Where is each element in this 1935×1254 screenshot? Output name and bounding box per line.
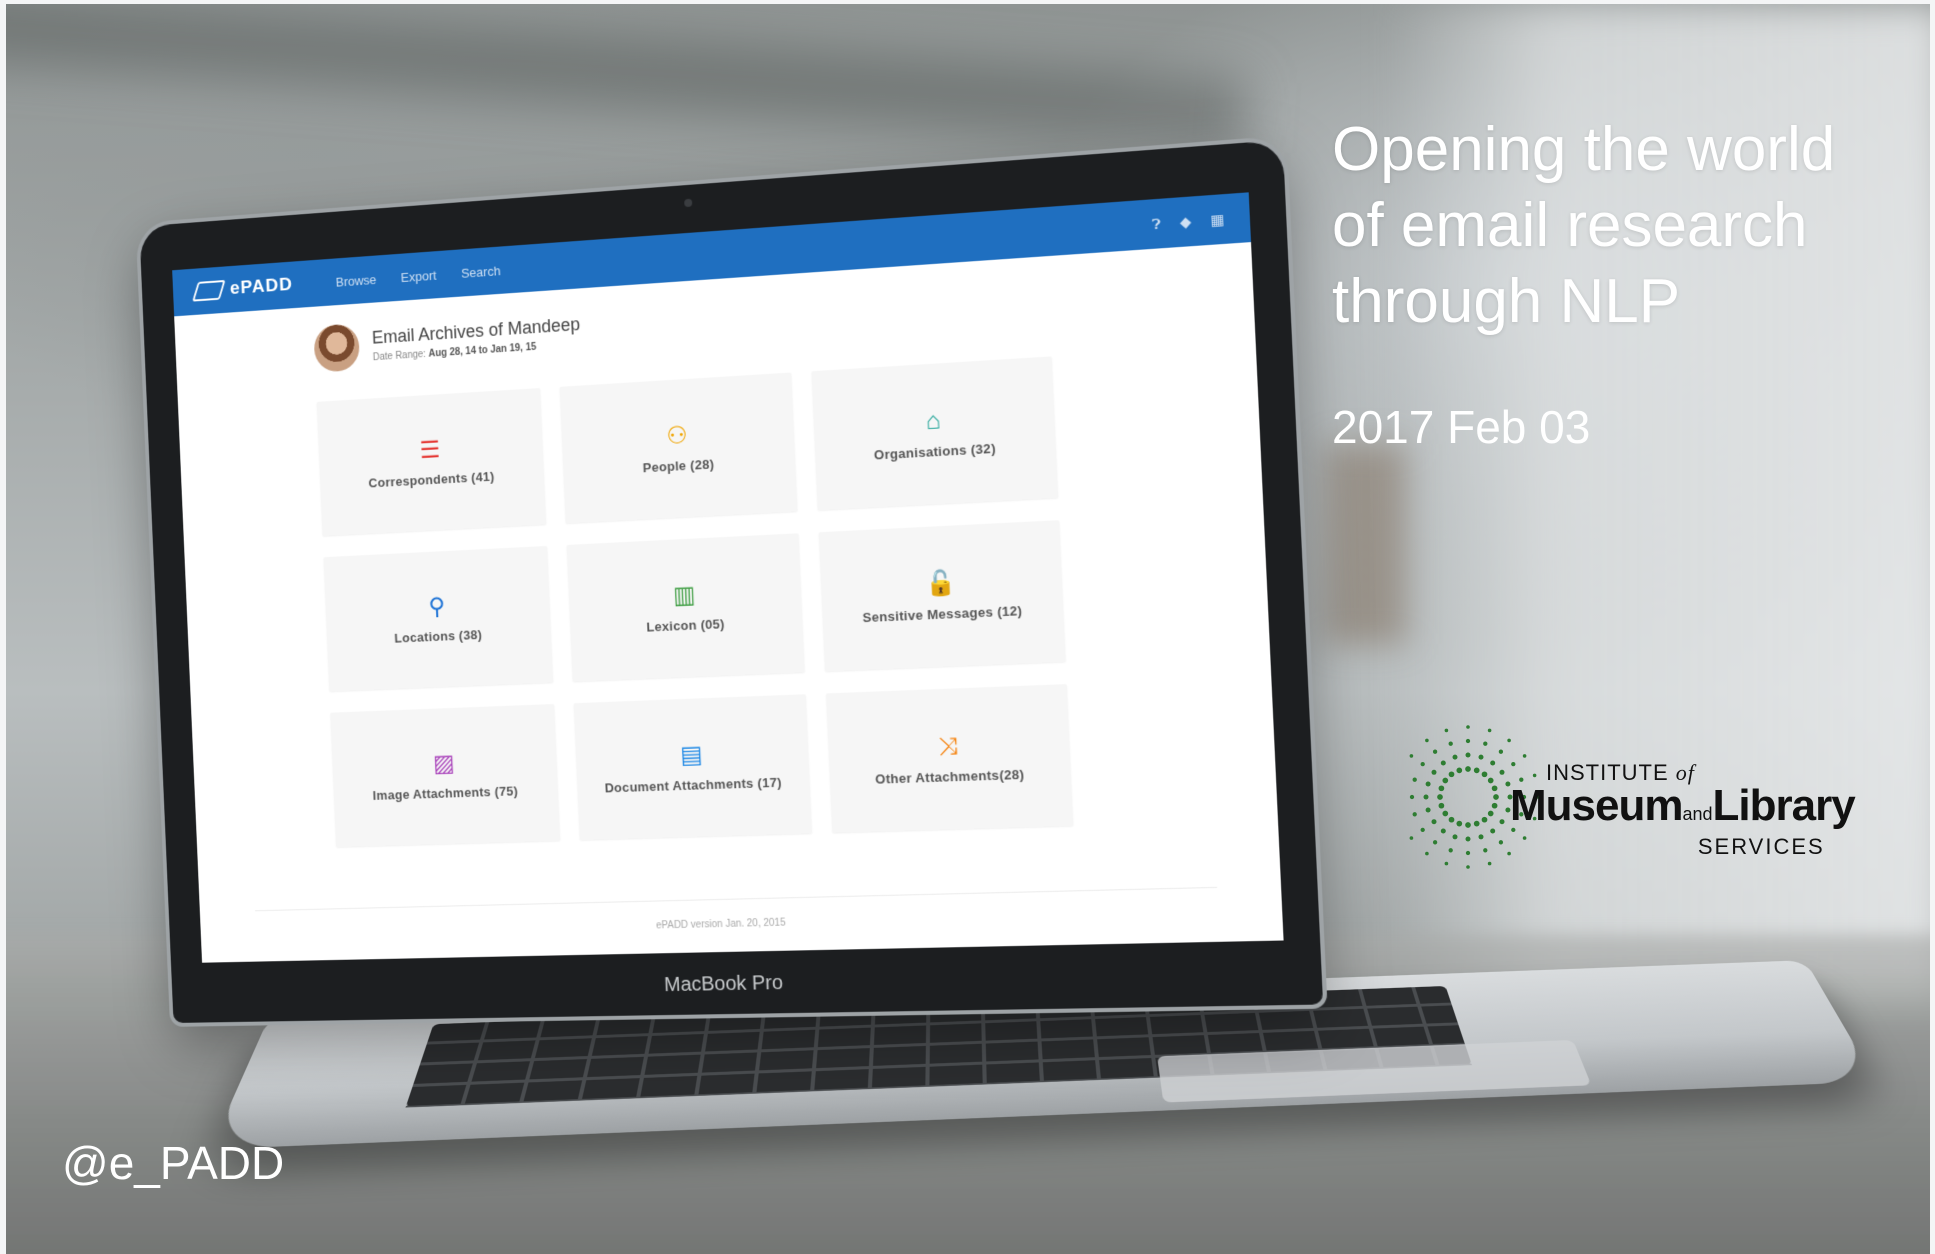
nav-browse[interactable]: Browse	[335, 272, 376, 289]
list-icon: ☰	[419, 435, 441, 464]
tile-correspondents[interactable]: ☰ Correspondents (41)	[316, 388, 547, 536]
imls-and: and	[1682, 804, 1713, 824]
home-icon: ⌂	[925, 406, 942, 435]
tile-label: Correspondents (41)	[368, 468, 495, 490]
person-icon: ⚇	[665, 421, 689, 450]
date-range-value: Aug 28, 14 to Jan 19, 15	[428, 341, 537, 360]
imls-services: SERVICES	[1697, 834, 1825, 859]
laptop-screen: ePADD Browse Export Search ❓︎ ◆ ▦ Email …	[172, 192, 1284, 963]
app-version-footer: ePADD version Jan. 20, 2015	[655, 917, 786, 932]
tile-document-attachments[interactable]: ▤ Document Attachments (17)	[573, 694, 813, 840]
date-range-label: Date Range:	[372, 349, 427, 364]
book-icon: ▥	[672, 581, 696, 609]
twitter-handle: @e_PADD	[62, 1137, 285, 1189]
shuffle-icon: ⤨	[937, 731, 959, 760]
app-nav: Browse Export Search	[335, 263, 500, 289]
imls-logo: INSTITUTE of MuseumandLibrary SERVICES	[1406, 712, 1866, 882]
bell-icon[interactable]: ◆	[1179, 213, 1191, 231]
tile-lexicon[interactable]: ▥ Lexicon (05)	[566, 533, 805, 682]
nav-search[interactable]: Search	[461, 263, 501, 281]
tile-label: Locations (38)	[394, 626, 483, 646]
title-line-3: through NLP	[1332, 267, 1681, 336]
slide-date: 2017 Feb 03	[1332, 401, 1591, 453]
tile-label: Other Attachments(28)	[874, 766, 1025, 787]
title-line-2: of email research	[1332, 191, 1808, 260]
laptop-camera	[684, 198, 693, 208]
slide: ePADD Browse Export Search ❓︎ ◆ ▦ Email …	[6, 4, 1930, 1254]
background-beam	[6, 4, 1247, 150]
app-logo[interactable]: ePADD	[192, 274, 294, 302]
background-post	[1326, 444, 1406, 644]
tile-locations[interactable]: ⚲ Locations (38)	[323, 545, 554, 692]
document-icon: ▤	[679, 740, 704, 769]
tile-organisations[interactable]: ⌂ Organisations (32)	[811, 356, 1059, 511]
lock-icon: 🔓	[924, 568, 957, 598]
tile-label: Sensitive Messages (12)	[862, 602, 1023, 625]
image-icon: ▨	[432, 749, 456, 777]
tile-label: Lexicon (05)	[646, 615, 725, 635]
title-line-1: Opening the world	[1332, 115, 1836, 184]
nav-export[interactable]: Export	[401, 267, 437, 284]
tile-label: Document Attachments (17)	[604, 774, 782, 795]
tile-people[interactable]: ⚇ People (28)	[559, 372, 798, 524]
tile-image-attachments[interactable]: ▨ Image Attachments (75)	[330, 703, 561, 847]
avatar	[313, 323, 361, 373]
slide-title: Opening the world of email research thro…	[1332, 112, 1892, 340]
map-pin-icon: ⚲	[427, 592, 446, 621]
app-logo-text: ePADD	[229, 274, 294, 299]
laptop-lid: ePADD Browse Export Search ❓︎ ◆ ▦ Email …	[139, 139, 1324, 1023]
imls-museum: Museum	[1510, 781, 1683, 830]
header-icons: ❓︎ ◆ ▦	[1152, 210, 1225, 233]
help-icon[interactable]: ❓︎	[1152, 215, 1162, 233]
laptop-brand: MacBook Pro	[663, 971, 784, 997]
tile-label: People (28)	[642, 455, 715, 475]
tile-label: Organisations (32)	[873, 440, 997, 463]
epadd-logo-icon	[192, 279, 226, 302]
imls-wordmark: INSTITUTE of MuseumandLibrary SERVICES	[1510, 760, 1856, 860]
browse-tiles: ☰ Correspondents (41) ⚇ People (28) ⌂ Or…	[177, 313, 1278, 851]
tile-other-attachments[interactable]: ⤨ Other Attachments(28)	[825, 684, 1074, 833]
tile-label: Image Attachments (75)	[372, 782, 519, 803]
grid-menu-icon[interactable]: ▦	[1210, 210, 1225, 229]
footer-divider	[255, 886, 1218, 912]
imls-library: Library	[1712, 781, 1856, 830]
tile-sensitive-messages[interactable]: 🔓 Sensitive Messages (12)	[818, 520, 1066, 672]
